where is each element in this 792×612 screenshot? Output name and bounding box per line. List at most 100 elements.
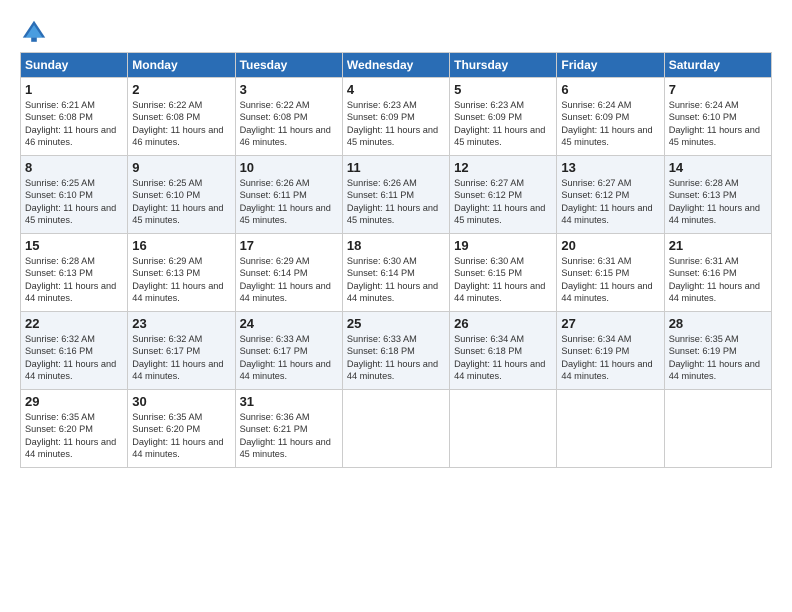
day-number: 30 [132, 394, 230, 409]
cell-info: Sunrise: 6:28 AMSunset: 6:13 PMDaylight:… [25, 255, 123, 305]
cell-info: Sunrise: 6:24 AMSunset: 6:10 PMDaylight:… [669, 99, 767, 149]
cell-info: Sunrise: 6:28 AMSunset: 6:13 PMDaylight:… [669, 177, 767, 227]
cell-info: Sunrise: 6:35 AMSunset: 6:20 PMDaylight:… [25, 411, 123, 461]
day-cell: 22 Sunrise: 6:32 AMSunset: 6:16 PMDayligh… [21, 312, 128, 390]
day-cell: 15 Sunrise: 6:28 AMSunset: 6:13 PMDayligh… [21, 234, 128, 312]
day-cell: 18 Sunrise: 6:30 AMSunset: 6:14 PMDayligh… [342, 234, 449, 312]
logo [20, 18, 52, 46]
day-number: 8 [25, 160, 123, 175]
day-cell: 8 Sunrise: 6:25 AMSunset: 6:10 PMDaylight… [21, 156, 128, 234]
header [20, 18, 772, 46]
day-number: 19 [454, 238, 552, 253]
day-cell: 4 Sunrise: 6:23 AMSunset: 6:09 PMDaylight… [342, 78, 449, 156]
cell-info: Sunrise: 6:25 AMSunset: 6:10 PMDaylight:… [132, 177, 230, 227]
day-number: 31 [240, 394, 338, 409]
cell-info: Sunrise: 6:26 AMSunset: 6:11 PMDaylight:… [347, 177, 445, 227]
day-cell: 29 Sunrise: 6:35 AMSunset: 6:20 PMDayligh… [21, 390, 128, 468]
day-number: 18 [347, 238, 445, 253]
cell-info: Sunrise: 6:27 AMSunset: 6:12 PMDaylight:… [561, 177, 659, 227]
day-cell: 23Sunrise: 6:32 AMSunset: 6:17 PMDayligh… [128, 312, 235, 390]
day-cell: 2 Sunrise: 6:22 AMSunset: 6:08 PMDaylight… [128, 78, 235, 156]
day-cell: 26 Sunrise: 6:34 AMSunset: 6:18 PMDayligh… [450, 312, 557, 390]
calendar-page: SundayMondayTuesdayWednesdayThursdayFrid… [0, 0, 792, 612]
day-number: 17 [240, 238, 338, 253]
cell-info: Sunrise: 6:30 AMSunset: 6:15 PMDaylight:… [454, 255, 552, 305]
column-header-wednesday: Wednesday [342, 53, 449, 78]
day-number: 22 [25, 316, 123, 331]
cell-info: Sunrise: 6:34 AMSunset: 6:18 PMDaylight:… [454, 333, 552, 383]
day-number: 25 [347, 316, 445, 331]
day-number: 15 [25, 238, 123, 253]
day-number: 21 [669, 238, 767, 253]
cell-info: Sunrise: 6:21 AMSunset: 6:08 PMDaylight:… [25, 99, 123, 149]
cell-info: Sunrise: 6:27 AMSunset: 6:12 PMDaylight:… [454, 177, 552, 227]
day-number: 7 [669, 82, 767, 97]
day-number: 20 [561, 238, 659, 253]
cell-info: Sunrise: 6:32 AMSunset: 6:17 PMDaylight:… [132, 333, 230, 383]
day-cell: 25 Sunrise: 6:33 AMSunset: 6:18 PMDayligh… [342, 312, 449, 390]
day-cell [664, 390, 771, 468]
week-row-5: 29 Sunrise: 6:35 AMSunset: 6:20 PMDayligh… [21, 390, 772, 468]
day-number: 10 [240, 160, 338, 175]
day-number: 2 [132, 82, 230, 97]
day-cell: 6 Sunrise: 6:24 AMSunset: 6:09 PMDaylight… [557, 78, 664, 156]
cell-info: Sunrise: 6:32 AMSunset: 6:16 PMDaylight:… [25, 333, 123, 383]
day-cell: 11 Sunrise: 6:26 AMSunset: 6:11 PMDayligh… [342, 156, 449, 234]
day-cell: 13 Sunrise: 6:27 AMSunset: 6:12 PMDayligh… [557, 156, 664, 234]
cell-info: Sunrise: 6:34 AMSunset: 6:19 PMDaylight:… [561, 333, 659, 383]
day-cell: 19 Sunrise: 6:30 AMSunset: 6:15 PMDayligh… [450, 234, 557, 312]
cell-info: Sunrise: 6:35 AMSunset: 6:19 PMDaylight:… [669, 333, 767, 383]
column-header-friday: Friday [557, 53, 664, 78]
cell-info: Sunrise: 6:22 AMSunset: 6:08 PMDaylight:… [132, 99, 230, 149]
day-cell: 16 Sunrise: 6:29 AMSunset: 6:13 PMDayligh… [128, 234, 235, 312]
cell-info: Sunrise: 6:31 AMSunset: 6:16 PMDaylight:… [669, 255, 767, 305]
day-number: 5 [454, 82, 552, 97]
calendar-table: SundayMondayTuesdayWednesdayThursdayFrid… [20, 52, 772, 468]
day-number: 29 [25, 394, 123, 409]
day-cell [557, 390, 664, 468]
day-cell: 24Sunrise: 6:33 AMSunset: 6:17 PMDayligh… [235, 312, 342, 390]
cell-info: Sunrise: 6:25 AMSunset: 6:10 PMDaylight:… [25, 177, 123, 227]
cell-info: Sunrise: 6:30 AMSunset: 6:14 PMDaylight:… [347, 255, 445, 305]
day-number: 12 [454, 160, 552, 175]
week-row-4: 22 Sunrise: 6:32 AMSunset: 6:16 PMDayligh… [21, 312, 772, 390]
cell-info: Sunrise: 6:35 AMSunset: 6:20 PMDaylight:… [132, 411, 230, 461]
cell-info: Sunrise: 6:23 AMSunset: 6:09 PMDaylight:… [347, 99, 445, 149]
day-cell: 30 Sunrise: 6:35 AMSunset: 6:20 PMDayligh… [128, 390, 235, 468]
day-number: 16 [132, 238, 230, 253]
day-cell: 1 Sunrise: 6:21 AMSunset: 6:08 PMDaylight… [21, 78, 128, 156]
day-cell: 12 Sunrise: 6:27 AMSunset: 6:12 PMDayligh… [450, 156, 557, 234]
column-header-monday: Monday [128, 53, 235, 78]
cell-info: Sunrise: 6:29 AMSunset: 6:14 PMDaylight:… [240, 255, 338, 305]
column-header-saturday: Saturday [664, 53, 771, 78]
cell-info: Sunrise: 6:29 AMSunset: 6:13 PMDaylight:… [132, 255, 230, 305]
day-number: 1 [25, 82, 123, 97]
day-cell: 7 Sunrise: 6:24 AMSunset: 6:10 PMDaylight… [664, 78, 771, 156]
week-row-3: 15 Sunrise: 6:28 AMSunset: 6:13 PMDayligh… [21, 234, 772, 312]
day-number: 6 [561, 82, 659, 97]
day-number: 28 [669, 316, 767, 331]
day-number: 9 [132, 160, 230, 175]
day-cell: 9 Sunrise: 6:25 AMSunset: 6:10 PMDaylight… [128, 156, 235, 234]
day-number: 11 [347, 160, 445, 175]
week-row-2: 8 Sunrise: 6:25 AMSunset: 6:10 PMDaylight… [21, 156, 772, 234]
day-cell: 14Sunrise: 6:28 AMSunset: 6:13 PMDayligh… [664, 156, 771, 234]
day-cell: 21 Sunrise: 6:31 AMSunset: 6:16 PMDayligh… [664, 234, 771, 312]
column-header-thursday: Thursday [450, 53, 557, 78]
day-number: 4 [347, 82, 445, 97]
day-cell: 27 Sunrise: 6:34 AMSunset: 6:19 PMDayligh… [557, 312, 664, 390]
day-number: 27 [561, 316, 659, 331]
day-number: 13 [561, 160, 659, 175]
day-cell: 10Sunrise: 6:26 AMSunset: 6:11 PMDayligh… [235, 156, 342, 234]
day-number: 3 [240, 82, 338, 97]
day-number: 26 [454, 316, 552, 331]
cell-info: Sunrise: 6:33 AMSunset: 6:17 PMDaylight:… [240, 333, 338, 383]
logo-icon [20, 18, 48, 46]
cell-info: Sunrise: 6:36 AMSunset: 6:21 PMDaylight:… [240, 411, 338, 461]
cell-info: Sunrise: 6:33 AMSunset: 6:18 PMDaylight:… [347, 333, 445, 383]
cell-info: Sunrise: 6:24 AMSunset: 6:09 PMDaylight:… [561, 99, 659, 149]
day-cell: 5Sunrise: 6:23 AMSunset: 6:09 PMDaylight… [450, 78, 557, 156]
column-header-sunday: Sunday [21, 53, 128, 78]
header-row: SundayMondayTuesdayWednesdayThursdayFrid… [21, 53, 772, 78]
week-row-1: 1 Sunrise: 6:21 AMSunset: 6:08 PMDaylight… [21, 78, 772, 156]
